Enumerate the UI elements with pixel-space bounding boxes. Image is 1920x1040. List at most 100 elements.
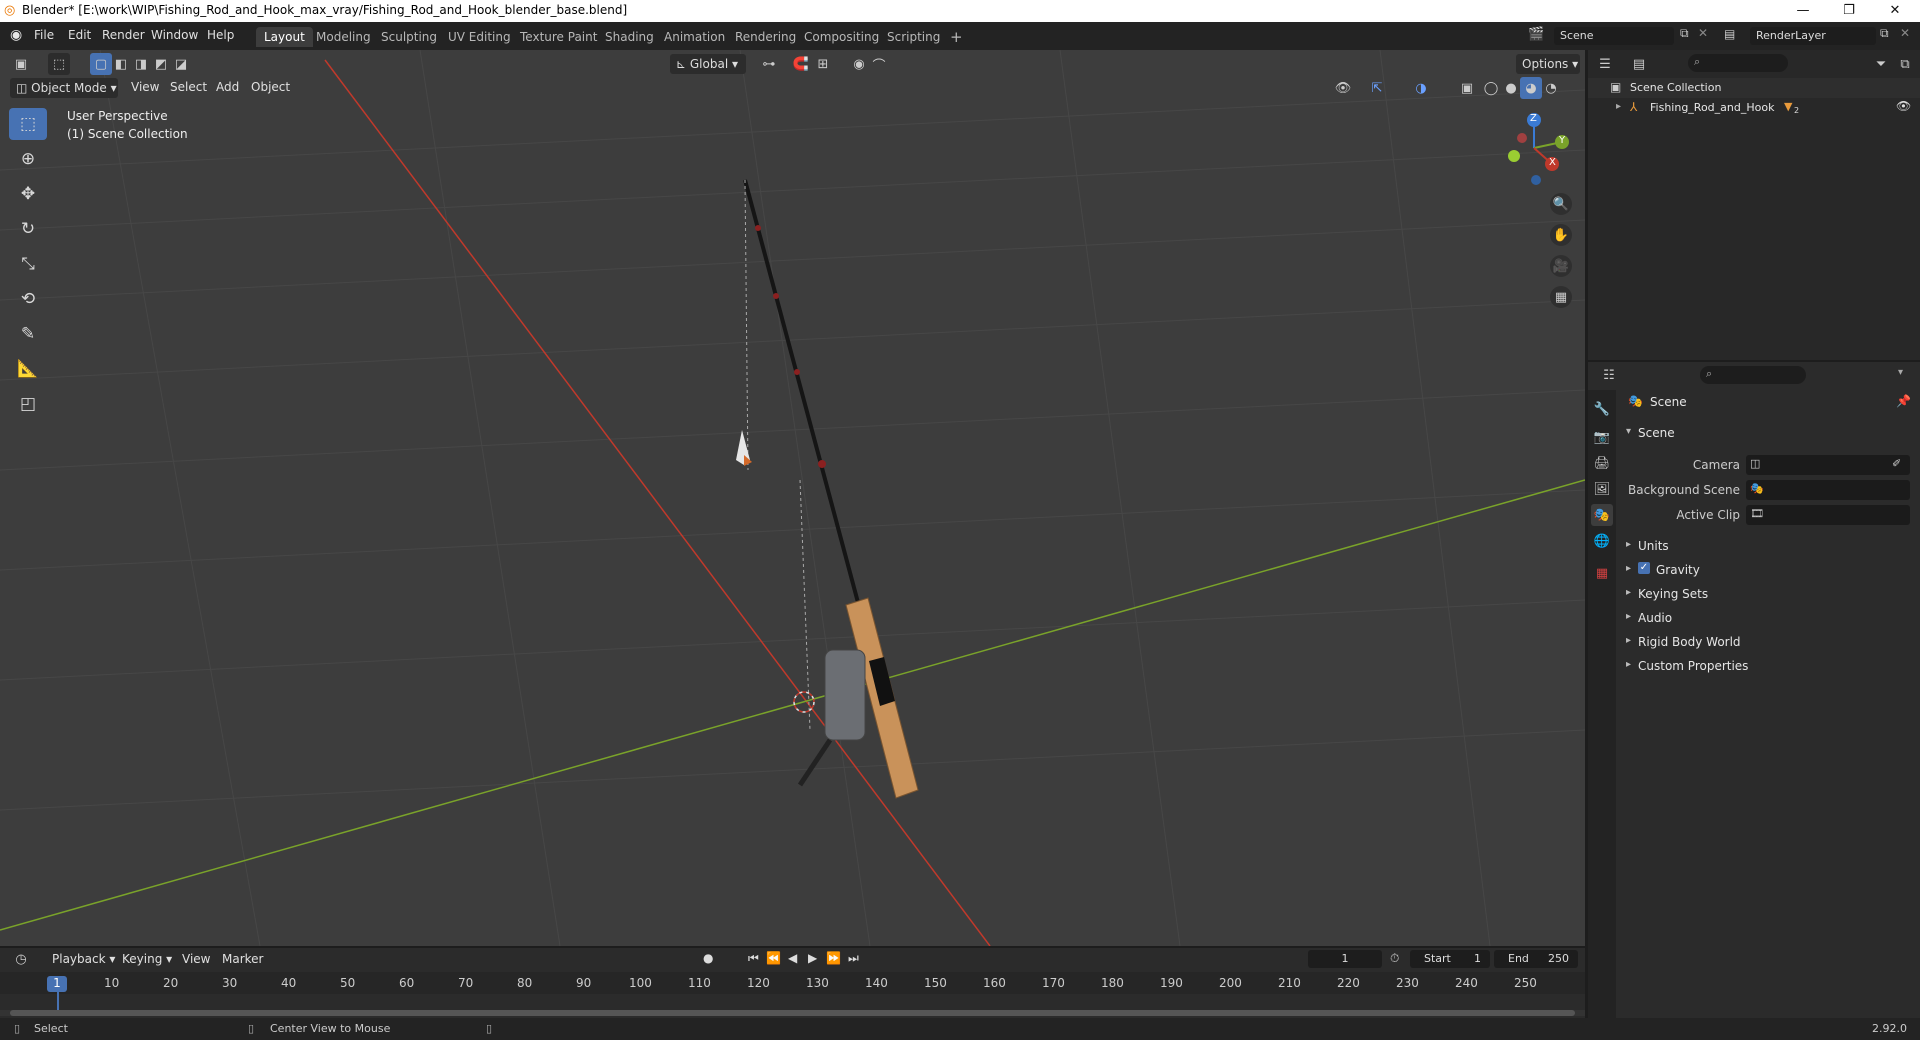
options-dropdown[interactable]: Options ▾ xyxy=(1516,54,1580,74)
outliner-search-input[interactable]: ⌕ xyxy=(1688,54,1788,72)
tab-scripting[interactable]: Scripting xyxy=(879,27,948,47)
wireframe-shading-icon[interactable]: ◯ xyxy=(1480,77,1502,99)
select-box-tool-icon[interactable]: ⬚ xyxy=(9,108,47,140)
select-mode-invert-icon[interactable]: ◩ xyxy=(150,53,172,75)
expand-arrow-icon[interactable]: ▸ xyxy=(1626,611,1631,622)
gravity-panel-header[interactable]: ▸ ✓ Gravity xyxy=(1620,559,1920,583)
expand-arrow-icon[interactable]: ▸ xyxy=(1626,635,1631,646)
scene-selector-icon[interactable]: 🎬 xyxy=(1528,27,1544,42)
expand-arrow-icon[interactable]: ▸ xyxy=(1616,101,1621,112)
frame-end-field[interactable]: End 250 xyxy=(1494,950,1578,968)
delete-scene-icon[interactable]: ✕ xyxy=(1698,26,1708,40)
tool-tab-icon[interactable]: 🔧 xyxy=(1591,398,1613,420)
editor-type-icon[interactable]: ▣ xyxy=(10,53,32,75)
frame-start-field[interactable]: Start 1 xyxy=(1410,950,1490,968)
timeline-menu-keying[interactable]: Keying ▾ xyxy=(122,952,172,966)
jump-to-start-icon[interactable]: ⏮ xyxy=(748,951,759,966)
outliner-editor-type-icon[interactable]: ☰ xyxy=(1594,53,1616,75)
menu-render[interactable]: Render xyxy=(102,28,145,42)
tab-animation[interactable]: Animation xyxy=(656,27,733,47)
outliner-item-fishing-rod[interactable]: ▸ ⅄ Fishing_Rod_and_Hook ▼ 2 👁 xyxy=(1588,98,1920,118)
rendered-shading-icon[interactable]: ◔ xyxy=(1540,77,1562,99)
blender-menu-icon[interactable]: ◉ xyxy=(10,27,22,43)
tab-rendering[interactable]: Rendering xyxy=(727,27,804,47)
timeline-scrollbar[interactable] xyxy=(0,1010,1585,1016)
snap-icon[interactable]: 🧲 xyxy=(790,53,812,75)
xray-toggle-icon[interactable]: ▣ xyxy=(1456,77,1478,99)
expand-arrow-icon[interactable]: ▸ xyxy=(1626,587,1631,598)
jump-to-keyframe-back-icon[interactable]: ⏪ xyxy=(766,951,781,965)
jump-to-keyframe-forward-icon[interactable]: ⏩ xyxy=(826,951,841,965)
new-scene-icon[interactable]: ⧉ xyxy=(1680,26,1689,41)
current-frame-field[interactable]: 1 xyxy=(1308,950,1382,968)
pivot-point-icon[interactable]: ⊶ xyxy=(758,53,780,75)
minimize-button[interactable]: — xyxy=(1780,0,1826,22)
outliner-display-mode-icon[interactable]: ▤ xyxy=(1628,53,1650,75)
menu-help[interactable]: Help xyxy=(207,28,234,42)
auto-keying-record-icon[interactable]: ● xyxy=(703,951,713,965)
close-window-button[interactable]: ✕ xyxy=(1872,0,1918,22)
tab-sculpting[interactable]: Sculpting xyxy=(373,27,445,47)
select-tool-icon[interactable]: ⬚ xyxy=(48,53,70,75)
tab-compositing[interactable]: Compositing xyxy=(796,27,887,47)
expand-arrow-icon[interactable]: ▸ xyxy=(1626,539,1631,550)
viewport-menu-object[interactable]: Object xyxy=(251,80,290,94)
proportional-falloff-icon[interactable]: ⌒ xyxy=(868,53,890,75)
outliner-root-row[interactable]: ▣ Scene Collection xyxy=(1588,78,1920,98)
object-mode-dropdown[interactable]: ◫ Object Mode ▾ xyxy=(10,78,118,98)
overlays-toggle-icon[interactable]: ◑ xyxy=(1410,77,1432,99)
solid-shading-icon[interactable]: ● xyxy=(1500,77,1522,99)
timeline-menu-playback[interactable]: Playback ▾ xyxy=(52,952,115,966)
viewport-menu-select[interactable]: Select xyxy=(170,80,207,94)
menu-file[interactable]: File xyxy=(34,28,54,42)
delete-view-layer-icon[interactable]: ✕ xyxy=(1900,26,1910,40)
new-view-layer-icon[interactable]: ⧉ xyxy=(1880,26,1889,41)
add-workspace-button[interactable]: + xyxy=(942,27,971,47)
3d-viewport[interactable] xyxy=(0,50,1585,946)
timeline-editor-type-icon[interactable]: ◷ xyxy=(10,948,32,970)
scene-panel-header[interactable]: ▾ Scene xyxy=(1620,422,1920,446)
keying-sets-panel-header[interactable]: ▸ Keying Sets xyxy=(1620,583,1920,607)
expand-arrow-icon[interactable]: ▸ xyxy=(1626,659,1631,670)
zoom-view-icon[interactable]: 🔍 xyxy=(1550,193,1572,215)
play-reverse-icon[interactable]: ◀ xyxy=(788,951,797,965)
visibility-eye-icon[interactable]: 👁 xyxy=(1896,99,1911,113)
scene-name-field[interactable]: Scene xyxy=(1554,27,1674,45)
viewport-menu-add[interactable]: Add xyxy=(216,80,239,94)
material-preview-shading-icon[interactable]: ◕ xyxy=(1520,77,1542,99)
tab-uv-editing[interactable]: UV Editing xyxy=(440,27,519,47)
rotate-tool-icon[interactable]: ↻ xyxy=(9,213,47,245)
scale-tool-icon[interactable]: ⤡ xyxy=(9,248,47,280)
active-clip-field[interactable]: 🎞 xyxy=(1746,505,1910,525)
timeline-scrollbar-thumb[interactable] xyxy=(10,1010,1575,1016)
camera-field[interactable]: ◫ ✐ xyxy=(1746,455,1910,475)
tab-layout[interactable]: Layout xyxy=(256,27,313,47)
move-tool-icon[interactable]: ✥ xyxy=(9,178,47,210)
properties-search-input[interactable]: ⌕ xyxy=(1700,366,1806,384)
measure-tool-icon[interactable]: 📐 xyxy=(9,353,47,385)
rigid-body-world-panel-header[interactable]: ▸ Rigid Body World xyxy=(1620,631,1920,655)
transform-orientation-dropdown[interactable]: ⊾ Global ▾ xyxy=(670,54,746,74)
camera-view-icon[interactable]: 🎥 xyxy=(1550,255,1572,277)
world-tab-icon[interactable]: 🌐 xyxy=(1591,530,1613,552)
units-panel-header[interactable]: ▸ Units xyxy=(1620,535,1920,559)
texture-tab-icon[interactable]: ▦ xyxy=(1591,562,1613,584)
view-layer-tab-icon[interactable]: 🖼 xyxy=(1591,478,1613,500)
annotate-tool-icon[interactable]: ✎ xyxy=(9,318,47,350)
scene-tab-icon[interactable]: 🎭 xyxy=(1591,504,1613,526)
select-mode-intersect-icon[interactable]: ◪ xyxy=(170,53,192,75)
menu-edit[interactable]: Edit xyxy=(68,28,91,42)
transform-tool-icon[interactable]: ⟲ xyxy=(9,283,47,315)
snap-target-icon[interactable]: ⊞ xyxy=(812,53,834,75)
select-mode-subtract-icon[interactable]: ◨ xyxy=(130,53,152,75)
view-layer-icon[interactable]: ▤ xyxy=(1724,27,1735,41)
fishing-rod-model[interactable] xyxy=(736,179,919,799)
proportional-editing-icon[interactable]: ◉ xyxy=(848,53,870,75)
eyedropper-icon[interactable]: ✐ xyxy=(1892,457,1901,470)
outliner-filter-icon[interactable]: ⏷ xyxy=(1870,53,1892,75)
tab-shading[interactable]: Shading xyxy=(597,27,662,47)
background-scene-field[interactable]: 🎭 xyxy=(1746,480,1910,500)
gravity-checkbox[interactable]: ✓ xyxy=(1638,562,1650,574)
pin-icon[interactable]: 📌 xyxy=(1896,394,1911,408)
output-tab-icon[interactable]: 🖨 xyxy=(1591,452,1613,474)
